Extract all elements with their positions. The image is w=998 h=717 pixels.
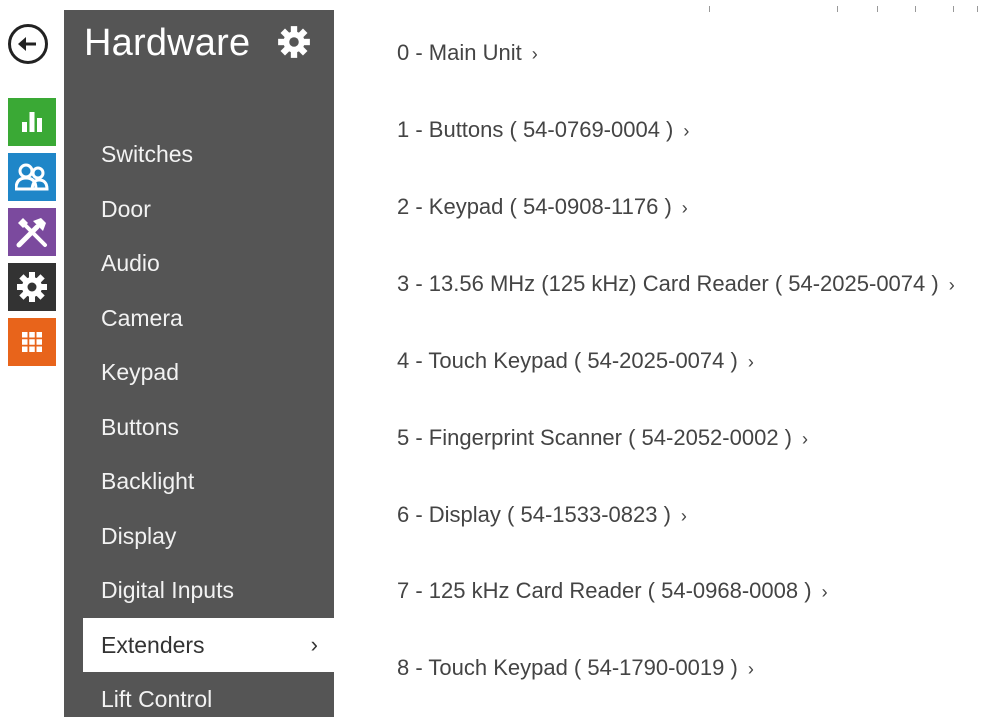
gear-icon <box>17 272 47 302</box>
divider-tick <box>953 6 954 12</box>
chevron-right-icon: › <box>821 582 828 602</box>
services-nav-tile[interactable] <box>8 318 56 366</box>
extender-item-1[interactable]: 1 - Buttons ( 54-0769-0004 ) › <box>397 117 689 143</box>
users-icon <box>15 163 49 191</box>
sidebar-item-door[interactable]: Door <box>64 182 334 237</box>
extender-label: 1 - Buttons ( 54-0769-0004 ) <box>397 117 674 142</box>
directory-nav-tile[interactable] <box>8 153 56 201</box>
chevron-right-icon: › <box>681 198 688 218</box>
extender-label: 4 - Touch Keypad ( 54-2025-0074 ) <box>397 348 738 373</box>
divider-tick <box>915 6 916 12</box>
chevron-right-icon: › <box>680 506 687 526</box>
sidebar-item-backlight[interactable]: Backlight <box>64 454 334 509</box>
extender-item-5[interactable]: 5 - Fingerprint Scanner ( 54-2052-0002 )… <box>397 425 808 451</box>
system-nav-tile[interactable] <box>8 263 56 311</box>
divider-tick <box>709 6 710 12</box>
back-arrow-icon <box>18 37 36 51</box>
icon-rail <box>0 0 64 717</box>
sidebar-item-display[interactable]: Display <box>64 509 334 564</box>
sidebar-item-camera[interactable]: Camera <box>64 291 334 346</box>
sidebar-item-audio[interactable]: Audio <box>64 236 334 291</box>
tools-icon <box>16 218 47 248</box>
extender-item-0[interactable]: 0 - Main Unit › <box>397 40 538 66</box>
extender-item-2[interactable]: 2 - Keypad ( 54-0908-1176 ) › <box>397 194 688 220</box>
extender-item-4[interactable]: 4 - Touch Keypad ( 54-2025-0074 ) › <box>397 348 754 374</box>
sidebar-item-switches[interactable]: Switches <box>64 127 334 182</box>
extender-label: 0 - Main Unit <box>397 40 522 65</box>
sidebar-item-buttons[interactable]: Buttons <box>64 400 334 455</box>
extender-label: 5 - Fingerprint Scanner ( 54-2052-0002 ) <box>397 425 792 450</box>
extender-item-7[interactable]: 7 - 125 kHz Card Reader ( 54-0968-0008 )… <box>397 578 828 604</box>
sidebar-menu: Switches Door Audio Camera Keypad Button… <box>64 127 334 717</box>
back-button[interactable] <box>8 24 48 64</box>
extender-item-8[interactable]: 8 - Touch Keypad ( 54-1790-0019 ) › <box>397 655 754 681</box>
sidebar-item-keypad[interactable]: Keypad <box>64 345 334 400</box>
extender-label: 3 - 13.56 MHz (125 kHz) Card Reader ( 54… <box>397 271 939 296</box>
sidebar-item-lift-control[interactable]: Lift Control <box>64 672 334 717</box>
chevron-right-icon: › <box>802 429 808 449</box>
extender-item-3[interactable]: 3 - 13.56 MHz (125 kHz) Card Reader ( 54… <box>397 271 955 297</box>
hardware-page: Hardware Switches Door Audio Camera Keyp… <box>0 0 998 717</box>
sidebar-item-digital-inputs[interactable]: Digital Inputs <box>64 563 334 618</box>
bar-chart-icon <box>22 112 42 132</box>
sidebar-item-label: Extenders <box>101 631 205 658</box>
divider-tick <box>877 6 878 12</box>
chevron-right-icon: › <box>747 352 754 372</box>
extender-label: 8 - Touch Keypad ( 54-1790-0019 ) <box>397 655 738 680</box>
divider-tick <box>837 6 838 12</box>
extender-label: 2 - Keypad ( 54-0908-1176 ) <box>397 194 672 219</box>
grid-icon <box>22 332 42 352</box>
page-title: Hardware <box>84 22 251 64</box>
extender-label: 7 - 125 kHz Card Reader ( 54-0968-0008 ) <box>397 578 812 603</box>
divider-tick <box>977 6 978 12</box>
hardware-sidebar: Hardware Switches Door Audio Camera Keyp… <box>64 10 334 717</box>
hardware-nav-tile[interactable] <box>8 208 56 256</box>
gear-icon[interactable] <box>276 24 312 60</box>
extender-item-6[interactable]: 6 - Display ( 54-1533-0823 ) › <box>397 502 687 528</box>
chevron-right-icon: › <box>310 631 318 657</box>
chevron-right-icon: › <box>531 44 538 64</box>
extender-label: 6 - Display ( 54-1533-0823 ) <box>397 502 671 527</box>
sidebar-item-extenders[interactable]: Extenders › <box>83 617 334 672</box>
chevron-right-icon: › <box>948 275 955 295</box>
chevron-right-icon: › <box>683 121 690 141</box>
status-nav-tile[interactable] <box>8 98 56 146</box>
extenders-list: 0 - Main Unit › 1 - Buttons ( 54-0769-000… <box>397 0 997 717</box>
chevron-right-icon: › <box>747 659 754 679</box>
